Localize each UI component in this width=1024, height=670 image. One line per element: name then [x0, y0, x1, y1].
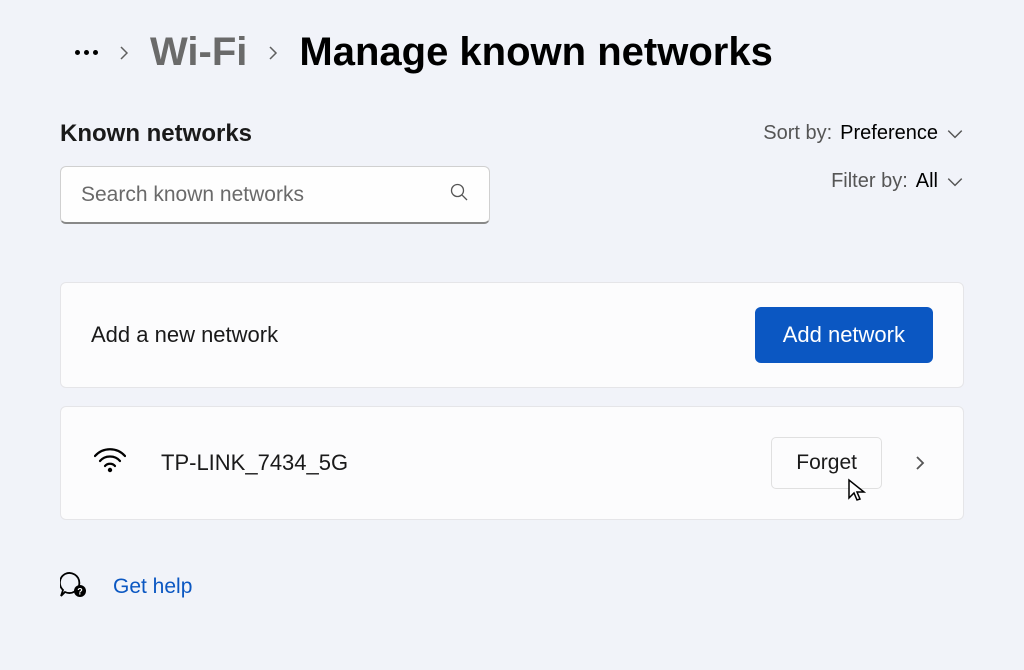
chevron-right-icon[interactable] — [907, 455, 933, 471]
filter-by-dropdown[interactable]: Filter by: All — [831, 170, 964, 193]
search-input[interactable] — [81, 183, 449, 207]
forget-button[interactable]: Forget — [771, 437, 882, 489]
add-network-button[interactable]: Add network — [755, 307, 933, 363]
wifi-icon — [94, 448, 126, 479]
sort-value: Preference — [840, 122, 938, 145]
network-name: TP-LINK_7434_5G — [161, 450, 771, 476]
search-icon — [449, 182, 469, 207]
breadcrumb-parent[interactable]: Wi-Fi — [150, 30, 247, 75]
chevron-down-icon — [946, 125, 964, 143]
breadcrumb-current: Manage known networks — [299, 30, 772, 75]
chevron-right-icon — [116, 45, 132, 61]
svg-text:?: ? — [77, 587, 83, 597]
search-box[interactable] — [60, 166, 490, 224]
filter-value: All — [916, 170, 938, 193]
add-network-card: Add a new network Add network — [60, 282, 964, 388]
chevron-down-icon — [946, 173, 964, 191]
chevron-right-icon — [265, 45, 281, 61]
filter-label: Filter by: — [831, 170, 908, 193]
section-title: Known networks — [60, 120, 490, 148]
network-row[interactable]: TP-LINK_7434_5G Forget — [60, 406, 964, 520]
section-header: Known networks Sort by: Preference Filte… — [60, 120, 964, 264]
add-network-label: Add a new network — [91, 322, 278, 348]
breadcrumb: Wi-Fi Manage known networks — [75, 30, 964, 75]
get-help-link[interactable]: Get help — [113, 575, 192, 599]
help-row: ? Get help — [60, 570, 964, 603]
sort-label: Sort by: — [763, 122, 832, 145]
sort-by-dropdown[interactable]: Sort by: Preference — [763, 122, 964, 145]
help-icon: ? — [60, 570, 88, 603]
breadcrumb-more-icon[interactable] — [75, 50, 98, 55]
